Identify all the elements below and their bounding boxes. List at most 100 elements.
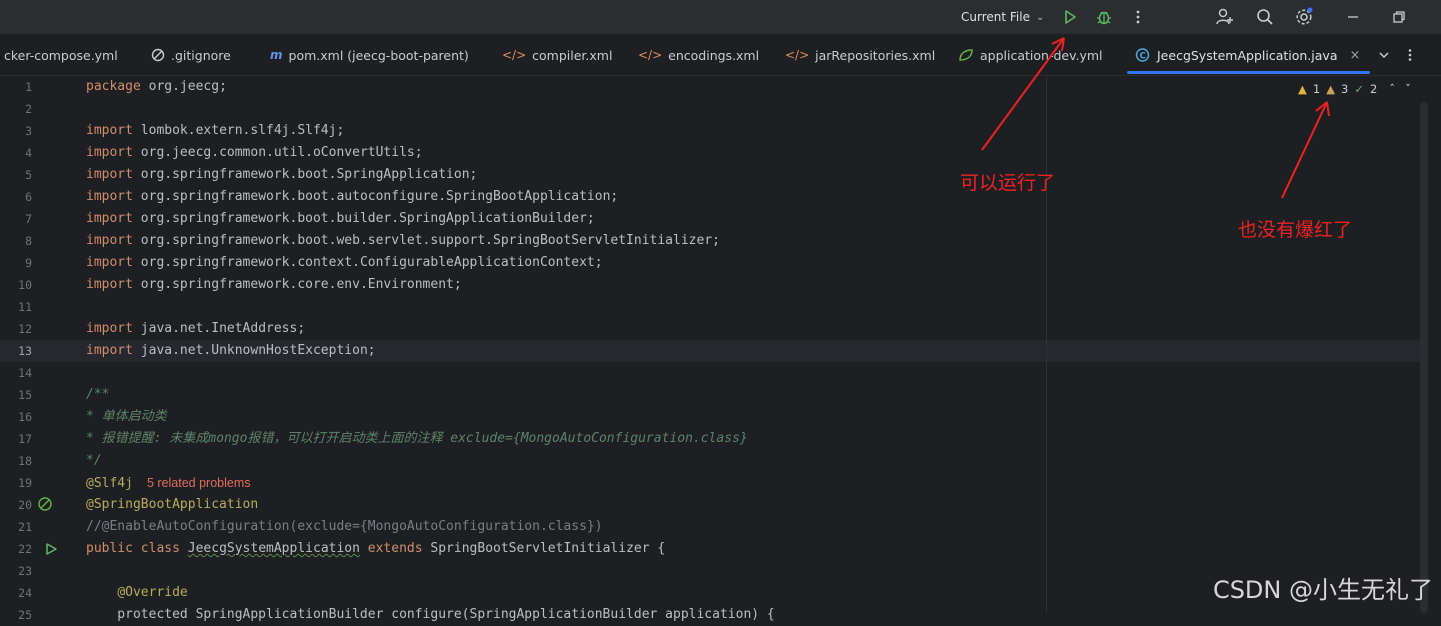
svg-text:C: C: [1140, 52, 1146, 62]
chevron-down-icon: [1379, 52, 1389, 59]
code-line: import org.springframework.boot.web.serv…: [86, 233, 720, 248]
warning-icon: ▲: [1298, 82, 1307, 96]
code-line: import org.springframework.context.Confi…: [86, 255, 603, 270]
annotation-note-runnable: 可以运行了: [960, 172, 1056, 194]
code-editor[interactable]: 1 2 3 4 5 6 7 8 9 10 11 12 13 14 15 16 1…: [0, 76, 1441, 622]
line-number: 24: [18, 586, 32, 600]
line-number: 23: [18, 564, 32, 578]
tab-label: jarRepositories.xml: [815, 47, 936, 63]
tab-jar-repositories-xml[interactable]: </> jarRepositories.xml: [785, 34, 935, 76]
debug-button[interactable]: [1091, 4, 1117, 30]
run-button[interactable]: [1057, 4, 1083, 30]
debug-icon: [1097, 11, 1111, 25]
chevron-up-icon[interactable]: ˆ: [1389, 82, 1395, 96]
xml-icon: </>: [638, 48, 663, 62]
search-everywhere-button[interactable]: [1252, 4, 1278, 30]
code-line: import java.net.InetAddress;: [86, 321, 306, 336]
tab-gitignore[interactable]: .gitignore: [151, 34, 231, 76]
line-number: 25: [18, 608, 32, 622]
code-line: import org.springframework.boot.autoconf…: [86, 189, 619, 204]
more-actions-button[interactable]: [1125, 4, 1151, 30]
tab-label: application-dev.yml: [980, 47, 1103, 63]
vertical-scrollbar[interactable]: [1420, 102, 1428, 613]
related-problems-hint[interactable]: 5 related problems: [147, 476, 251, 490]
tab-docker-compose[interactable]: cker-compose.yml: [4, 34, 118, 76]
more-icon: [1408, 49, 1412, 61]
spring-bean-gutter-icon[interactable]: [37, 496, 53, 512]
run-icon: [1065, 10, 1076, 24]
tab-pom-xml[interactable]: m pom.xml (jeecg-boot-parent): [270, 34, 469, 76]
line-number: 22: [18, 542, 32, 556]
line-number: 9: [25, 256, 32, 270]
xml-icon: </>: [502, 48, 527, 62]
annotation-note-no-errors: 也没有爆红了: [1238, 219, 1353, 241]
code-line: import org.springframework.boot.SpringAp…: [86, 167, 478, 182]
tab-compiler-xml[interactable]: </> compiler.xml: [502, 34, 612, 76]
line-number: 10: [18, 278, 32, 292]
line-number: 21: [18, 520, 32, 534]
minimize-button[interactable]: [1340, 4, 1366, 30]
chevron-down-icon[interactable]: ˇ: [1405, 82, 1411, 96]
code-line: //@EnableAutoConfiguration(exclude={Mong…: [86, 519, 603, 534]
line-number: 2: [25, 102, 32, 116]
line-number: 20: [18, 498, 32, 512]
run-configuration-selector[interactable]: Current File ⌄: [953, 6, 1052, 28]
code-line: * 报错提醒: 未集成mongo报错，可以打开启动类上面的注释 exclude=…: [86, 431, 748, 446]
line-number: 4: [25, 146, 32, 160]
chevron-down-icon: ⌄: [1035, 11, 1045, 23]
add-user-icon: [1216, 8, 1233, 25]
line-number: 19: [18, 476, 32, 490]
code-line: import java.net.UnknownHostException;: [86, 343, 376, 358]
code-line: package org.jeecg;: [86, 79, 227, 94]
check-icon: ✓: [1354, 82, 1365, 96]
code-line: import org.jeecg.common.util.oConvertUti…: [86, 145, 423, 160]
tab-label: .gitignore: [171, 47, 231, 63]
line-number: 1: [25, 80, 32, 94]
tab-list-button[interactable]: [1371, 42, 1397, 68]
code-line: public class JeecgSystemApplication exte…: [86, 541, 666, 556]
line-number: 6: [25, 190, 32, 204]
maven-icon: m: [270, 48, 283, 62]
line-number: 16: [18, 410, 32, 424]
weak-warning-icon: ▲: [1326, 82, 1336, 96]
close-tab-icon[interactable]: ×: [1350, 48, 1361, 63]
code-line: protected SpringApplicationBuilder confi…: [86, 607, 775, 622]
search-icon: [1257, 9, 1273, 25]
code-line: import lombok.extern.slf4j.Slf4j;: [86, 123, 345, 138]
title-bar: Current File ⌄: [0, 0, 1441, 34]
more-icon: [1136, 10, 1140, 24]
restore-button[interactable]: [1386, 4, 1412, 30]
line-number: 8: [25, 234, 32, 248]
line-number: 13: [18, 344, 32, 358]
line-number: 11: [18, 300, 32, 314]
settings-icon: [1296, 7, 1313, 25]
code-with-me-button[interactable]: [1212, 4, 1238, 30]
line-number: 17: [18, 432, 32, 446]
inspection-widget[interactable]: ▲ 1 ▲ 3 ✓ 2 ˆ ˇ: [1298, 82, 1411, 96]
line-number-gutter: 1 2 3 4 5 6 7 8 9 10 11 12 13 14 15 16 1…: [0, 76, 80, 622]
line-number: 18: [18, 454, 32, 468]
run-gutter-icon[interactable]: [44, 542, 58, 556]
tab-label: JeecgSystemApplication.java: [1157, 47, 1338, 63]
tab-application-dev-yml[interactable]: application-dev.yml: [958, 34, 1103, 76]
code-line: import org.springframework.boot.builder.…: [86, 211, 595, 226]
tab-label: cker-compose.yml: [4, 47, 118, 63]
code-line: @SpringBootApplication: [86, 497, 259, 512]
restore-icon: [1393, 11, 1405, 23]
tab-more-button[interactable]: [1397, 42, 1423, 68]
tab-label: compiler.xml: [532, 47, 613, 63]
tab-jeecg-system-application[interactable]: C JeecgSystemApplication.java ×: [1126, 34, 1371, 76]
code-line: import org.springframework.core.env.Envi…: [86, 277, 462, 292]
right-margin-guide: [1046, 76, 1047, 613]
line-number: 5: [25, 168, 32, 182]
editor-tabs: cker-compose.yml .gitignore m pom.xml (j…: [0, 34, 1441, 76]
settings-button[interactable]: [1291, 4, 1317, 30]
code-line: */: [86, 453, 102, 468]
line-number: 14: [18, 366, 32, 380]
csdn-watermark: CSDN @小生无礼了: [1212, 576, 1433, 604]
code-line: /**: [86, 387, 110, 402]
code-line: @Override: [117, 585, 188, 600]
xml-icon: </>: [785, 48, 810, 62]
tab-encodings-xml[interactable]: </> encodings.xml: [638, 34, 759, 76]
line-number: 12: [18, 322, 32, 336]
